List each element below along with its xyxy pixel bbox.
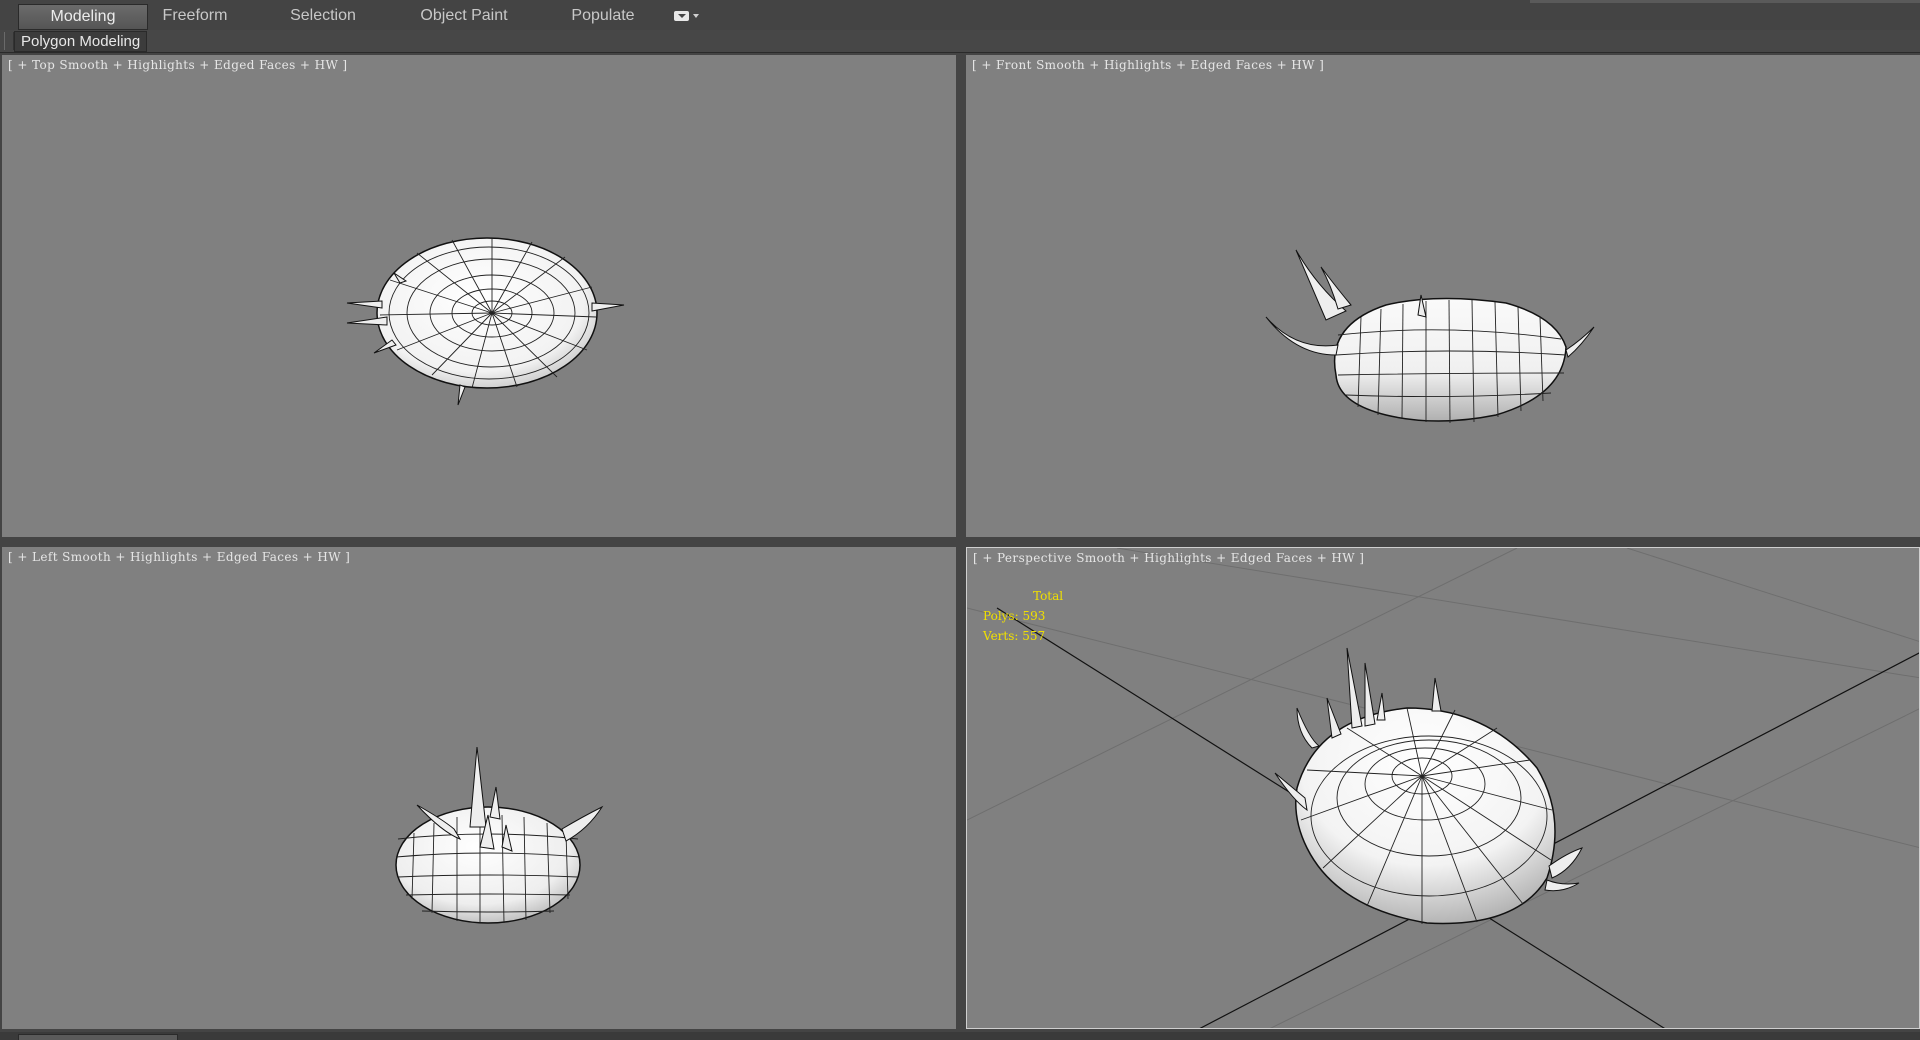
stats-polys-label: Polys:	[983, 609, 1019, 623]
viewport-menu-bracket-close: ]	[1359, 551, 1365, 565]
tab-object-paint[interactable]: Object Paint	[412, 4, 516, 28]
viewport-point-of-view-menu[interactable]: Perspective	[997, 551, 1072, 565]
creature-mesh	[1265, 249, 1595, 424]
ribbon-tab-bar: Modeling Freeform Selection Object Paint…	[0, 0, 1920, 31]
stats-polys-row: Polys: 593	[983, 606, 1063, 626]
creature-mesh	[346, 237, 625, 406]
stats-verts-value: 557	[1022, 629, 1046, 643]
chevron-down-icon	[693, 14, 699, 18]
viewport-left[interactable]: [ + Left Smooth + Highlights + Edged Fac…	[2, 547, 956, 1029]
viewport-top[interactable]: [ + Top Smooth + Highlights + Edged Face…	[2, 55, 956, 537]
ribbon-grip-handle[interactable]	[4, 32, 14, 50]
tab-modeling[interactable]: Modeling	[18, 4, 148, 30]
model-left-view[interactable]	[2, 547, 956, 1029]
stats-verts-row: Verts: 557	[983, 626, 1063, 646]
model-top-view[interactable]	[2, 55, 956, 537]
tab-polygon-modeling[interactable]: Polygon Modeling	[14, 31, 148, 52]
viewport-label: [ + Perspective Smooth + Highlights + Ed…	[973, 551, 1364, 565]
model-front-view[interactable]	[966, 55, 1920, 537]
ribbon-divider	[1530, 0, 1920, 3]
stats-total-label: Total	[1033, 589, 1064, 603]
ribbon-options-icon	[674, 11, 689, 21]
app-window: Modeling Freeform Selection Object Paint…	[0, 0, 1920, 1040]
tab-selection[interactable]: Selection	[278, 4, 368, 28]
sub-ribbon: Polygon Modeling	[0, 30, 1920, 53]
viewport-front[interactable]: [ + Front Smooth + Highlights + Edged Fa…	[966, 55, 1920, 537]
viewport-general-menu[interactable]: +	[982, 551, 992, 565]
tab-freeform[interactable]: Freeform	[150, 4, 240, 28]
viewport-menu-bracket[interactable]: [	[973, 551, 978, 565]
stats-verts-label: Verts:	[983, 629, 1019, 643]
viewport-perspective[interactable]: [ + Perspective Smooth + Highlights + Ed…	[966, 547, 1920, 1029]
creature-mesh	[395, 746, 604, 924]
creature-mesh	[1274, 647, 1583, 925]
stats-polys-value: 593	[1022, 609, 1046, 623]
tab-populate[interactable]: Populate	[562, 4, 644, 28]
statistics-overlay: Total Polys: 593 Verts: 557	[983, 586, 1063, 646]
ribbon-options-button[interactable]	[674, 9, 699, 23]
perspective-scene[interactable]	[967, 548, 1920, 1029]
time-slider-bar	[0, 1032, 1920, 1040]
viewport-shading-menu[interactable]: Smooth + Highlights + Edged Faces + HW	[1076, 551, 1355, 565]
time-slider[interactable]	[18, 1034, 178, 1040]
